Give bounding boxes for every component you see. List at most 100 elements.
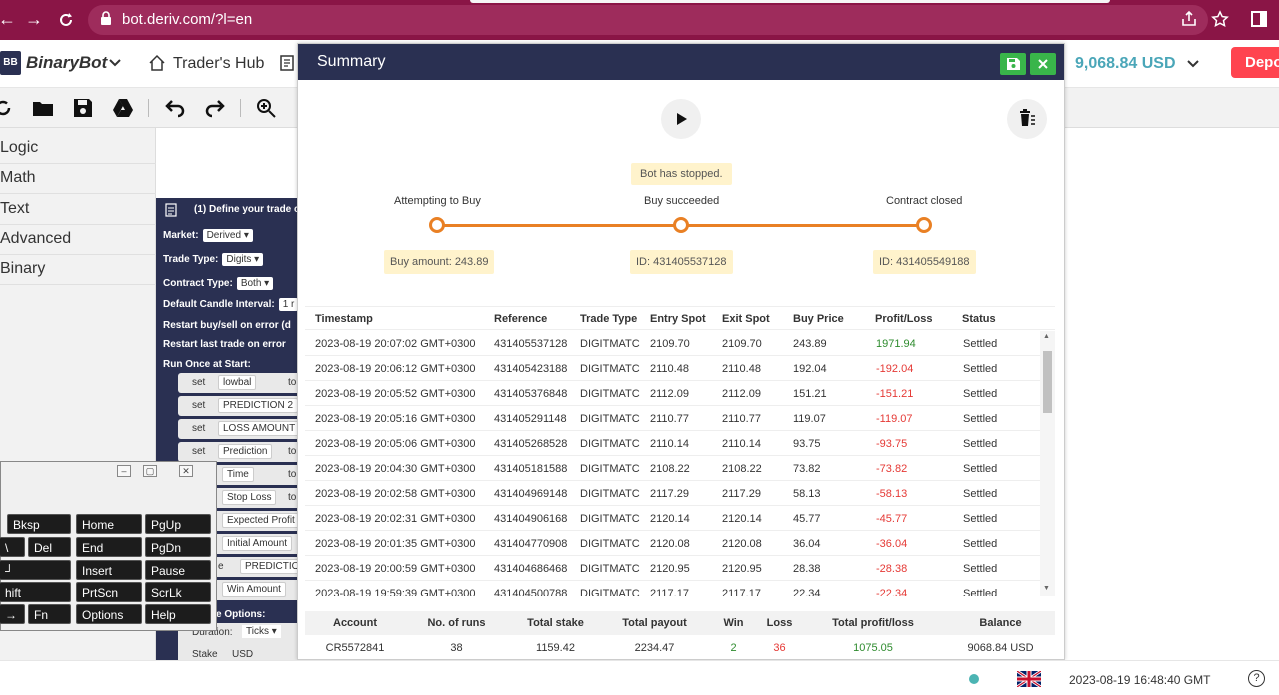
contract-type-dropdown[interactable]: Both ▾	[236, 277, 274, 290]
key-fn[interactable]: Fn	[28, 604, 71, 624]
key-pgup[interactable]: PgUp	[145, 514, 211, 534]
variable-dropdown[interactable]: Stop Loss	[222, 490, 277, 505]
back-icon[interactable]: ←	[0, 9, 16, 30]
category-binary[interactable]: Binary	[0, 255, 156, 285]
minimize-icon[interactable]: –	[117, 465, 131, 477]
variable-dropdown[interactable]: Expected Profit	[222, 513, 300, 528]
scroll-thumb[interactable]	[1043, 351, 1052, 413]
variable-dropdown[interactable]: Initial Amount	[222, 536, 293, 551]
key-shift[interactable]: hift	[0, 582, 71, 602]
set-variable-block[interactable]: set Prediction to	[178, 442, 308, 462]
home-icon[interactable]	[148, 54, 166, 72]
save-icon[interactable]	[72, 97, 94, 119]
exit-spot-cell: 2120.14	[722, 513, 762, 525]
scroll-down-icon[interactable]: ▼	[1043, 585, 1050, 592]
trade-type-dropdown[interactable]: Digits ▾	[222, 253, 264, 266]
sidebar-icon[interactable]	[1250, 10, 1268, 28]
scroll-up-icon[interactable]: ▲	[1043, 333, 1050, 340]
save-summary-button[interactable]	[1000, 53, 1026, 75]
total-profit-loss: 1075.05	[853, 642, 893, 654]
variable-dropdown[interactable]: Prediction	[218, 444, 273, 459]
account-balance[interactable]: 9,068.84 USD	[1075, 55, 1176, 73]
reset-icon[interactable]	[0, 97, 14, 119]
uk-flag-icon[interactable]	[1017, 671, 1041, 687]
key-scrlk[interactable]: ScrLk	[145, 582, 211, 602]
candle-dropdown[interactable]: 1 r	[278, 298, 299, 311]
undo-icon[interactable]	[164, 97, 186, 119]
key-pause[interactable]: Pause	[145, 560, 211, 580]
key-prtscn[interactable]: PrtScn	[76, 582, 142, 602]
table-row[interactable]: 2023-08-19 20:04:30 GMT+0300 431405181588…	[305, 456, 1040, 481]
category-math[interactable]: Math	[0, 164, 156, 194]
duration-dropdown[interactable]: Ticks ▾	[242, 625, 281, 638]
folder-open-icon[interactable]	[32, 97, 54, 119]
key-bksp[interactable]: Bksp	[7, 514, 71, 534]
variable-dropdown[interactable]: lowbal	[218, 375, 257, 390]
key-end[interactable]: End	[76, 537, 142, 557]
table-row[interactable]: 2023-08-19 20:07:02 GMT+0300 431405537128…	[305, 331, 1040, 356]
bookmark-star-icon[interactable]	[1211, 10, 1229, 28]
table-row[interactable]: 2023-08-19 20:05:52 GMT+0300 431405376848…	[305, 381, 1040, 406]
address-bar[interactable]	[88, 5, 1208, 35]
key-backslash[interactable]: \	[0, 537, 25, 557]
close-icon[interactable]: ✕	[179, 465, 193, 477]
url-text[interactable]: bot.deriv.com/?l=en	[122, 11, 252, 28]
tab-strip-edge	[470, 0, 1110, 3]
close-summary-button[interactable]	[1030, 53, 1056, 75]
chevron-down-icon[interactable]	[108, 58, 122, 68]
summary-header[interactable]: Summary	[298, 44, 1064, 80]
help-icon[interactable]: ?	[1248, 670, 1265, 687]
market-row: Market: Derived ▾	[163, 229, 253, 242]
category-logic[interactable]: Logic	[0, 134, 156, 164]
balance-chevron-down-icon[interactable]	[1186, 59, 1200, 69]
table-row[interactable]: 2023-08-19 20:05:16 GMT+0300 431405291148…	[305, 406, 1040, 431]
table-row[interactable]: 2023-08-19 20:02:58 GMT+0300 431404969148…	[305, 481, 1040, 506]
traders-hub-link[interactable]: Trader's Hub	[173, 55, 264, 73]
share-icon[interactable]	[1180, 10, 1198, 28]
reload-icon[interactable]	[57, 11, 75, 29]
binarybot-logo[interactable]: BB	[0, 51, 21, 75]
reports-icon[interactable]	[280, 55, 294, 71]
table-row[interactable]: 2023-08-19 20:00:59 GMT+0300 431404686468…	[305, 556, 1040, 581]
table-row[interactable]: 2023-08-19 20:06:12 GMT+0300 431405423188…	[305, 356, 1040, 381]
zoom-in-icon[interactable]	[255, 97, 277, 119]
table-row[interactable]: 2023-08-19 20:01:35 GMT+0300 431404770908…	[305, 531, 1040, 556]
market-dropdown[interactable]: Derived ▾	[202, 229, 253, 242]
variable-dropdown[interactable]: Win Amount	[222, 582, 286, 597]
redo-icon[interactable]	[204, 97, 226, 119]
set-variable-block[interactable]: set lowbal to	[178, 373, 308, 393]
clear-stats-button[interactable]	[1007, 99, 1047, 139]
table-scrollbar[interactable]: ▲ ▼	[1040, 331, 1055, 596]
table-row[interactable]: 2023-08-19 19:59:39 GMT+0300 431404500788…	[305, 581, 1040, 596]
key-home[interactable]: Home	[76, 514, 142, 534]
table-body[interactable]: 2023-08-19 20:07:02 GMT+0300 431405537128…	[305, 331, 1040, 596]
osk-titlebar[interactable]: – ▢ ✕	[1, 462, 216, 482]
category-text[interactable]: Text	[0, 195, 156, 225]
maximize-icon[interactable]: ▢	[143, 465, 157, 477]
variable-dropdown[interactable]: Time	[222, 467, 254, 482]
forward-icon[interactable]: →	[25, 9, 43, 30]
set-variable-block[interactable]: set PREDICTION 2	[178, 396, 308, 416]
profit-loss-cell: -73.82	[876, 463, 908, 475]
timestamp-cell: 2023-08-19 20:01:35 GMT+0300	[315, 538, 476, 550]
key-options[interactable]: Options	[76, 604, 142, 624]
on-screen-keyboard: – ▢ ✕ Bksp Home PgUp \ Del End PgDn ┘ In…	[0, 461, 217, 631]
table-row[interactable]: 2023-08-19 20:05:06 GMT+0300 431405268528…	[305, 431, 1040, 456]
variable-dropdown[interactable]: PREDICTIO	[240, 559, 305, 574]
key-enter[interactable]: ┘	[0, 560, 71, 580]
variable-dropdown[interactable]: LOSS AMOUNT	[218, 421, 301, 436]
app-name[interactable]: BinaryBot	[26, 53, 107, 73]
google-drive-icon[interactable]	[112, 97, 134, 119]
key-del[interactable]: Del	[28, 537, 71, 557]
table-row[interactable]: 2023-08-19 20:02:31 GMT+0300 431404906168…	[305, 506, 1040, 531]
category-advanced[interactable]: Advanced	[0, 225, 156, 255]
deposit-button[interactable]: Depo	[1231, 47, 1279, 78]
key-help[interactable]: Help	[145, 604, 211, 624]
variable-dropdown[interactable]: PREDICTION 2	[218, 398, 299, 413]
key-pgdn[interactable]: PgDn	[145, 537, 211, 557]
run-bot-button[interactable]	[661, 99, 701, 139]
set-variable-block[interactable]: set LOSS AMOUNT	[178, 419, 308, 439]
key-insert[interactable]: Insert	[76, 560, 142, 580]
key-arrow-right[interactable]: →	[0, 604, 25, 624]
totals-column-header: Win	[723, 617, 744, 629]
